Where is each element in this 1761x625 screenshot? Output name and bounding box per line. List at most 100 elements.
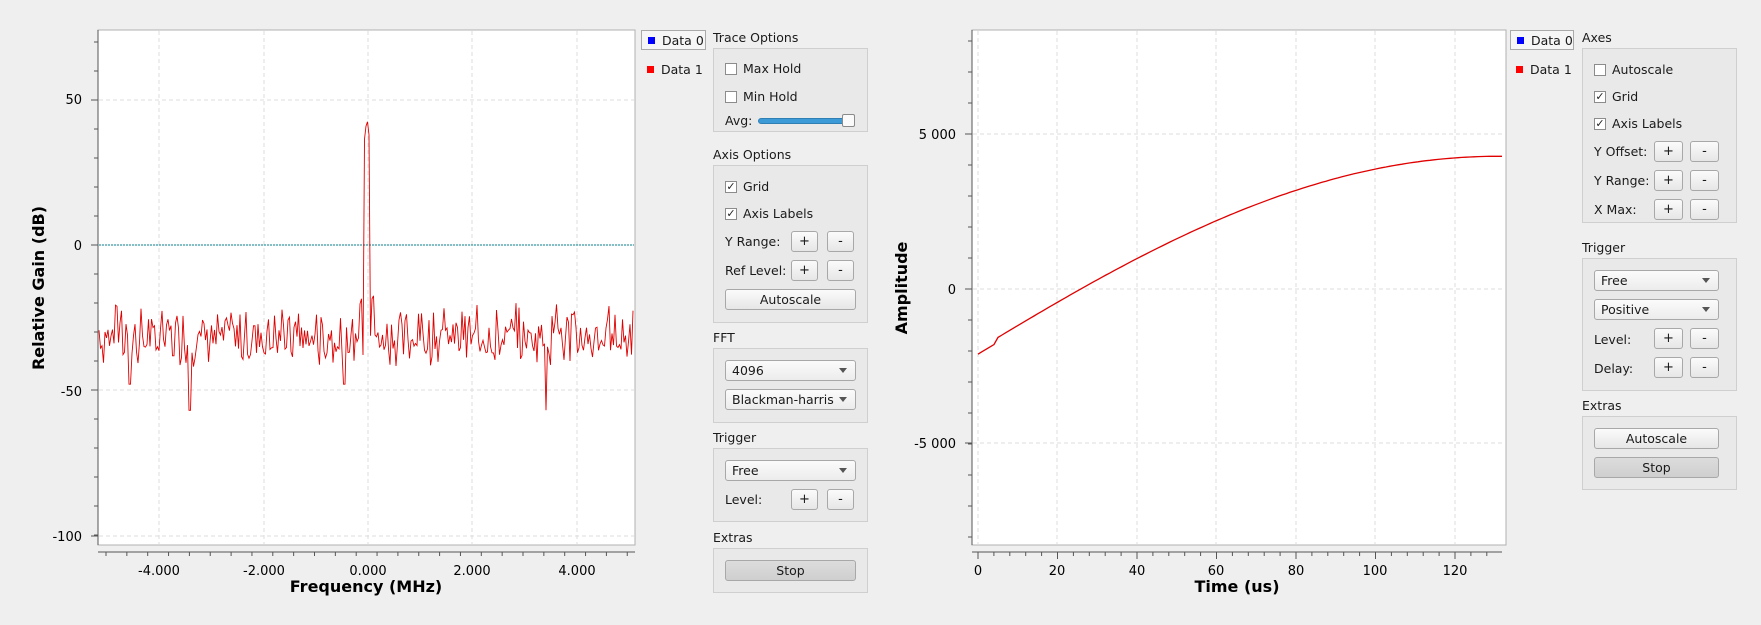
- checkbox-box: ✓: [1594, 90, 1606, 103]
- frequency-y-tick-minus-100: -100: [52, 530, 82, 545]
- grid-checkbox[interactable]: ✓ Grid: [725, 179, 769, 194]
- time-trigger-mode-select[interactable]: Free: [1594, 270, 1719, 291]
- trigger-title: Trigger: [713, 430, 757, 445]
- x-max-label: X Max:: [1594, 202, 1637, 217]
- stop-button[interactable]: Stop: [725, 560, 856, 581]
- frequency-x-tick-2: 2.000: [453, 564, 490, 579]
- trigger-delay-minus-button[interactable]: -: [1690, 357, 1719, 378]
- checkbox-label: Grid: [1612, 89, 1639, 104]
- time-trigger-level-minus-button[interactable]: -: [1690, 328, 1719, 349]
- time-x-axis-label: Time (us): [1194, 577, 1279, 596]
- time-autoscale-button[interactable]: Autoscale: [1594, 428, 1719, 449]
- y-offset-plus-button[interactable]: +: [1654, 141, 1683, 162]
- y-range-plus-button[interactable]: +: [791, 231, 818, 252]
- time-axis-labels-checkbox[interactable]: ✓ Axis Labels: [1594, 116, 1682, 131]
- time-grid-checkbox[interactable]: ✓ Grid: [1594, 89, 1638, 104]
- checkbox-box: ✓: [1594, 117, 1606, 130]
- checkbox-box: ✓: [725, 207, 737, 220]
- trigger-delay-plus-button[interactable]: +: [1654, 357, 1683, 378]
- legend-swatch-red: [1516, 65, 1523, 73]
- frequency-y-tick-0: 0: [74, 239, 82, 254]
- ref-level-minus-button[interactable]: -: [827, 260, 854, 281]
- trace-options-title: Trace Options: [713, 30, 799, 45]
- fft-size-select[interactable]: 4096: [725, 360, 856, 381]
- fft-window-select[interactable]: Blackman-harris: [725, 389, 856, 410]
- time-trigger-title: Trigger: [1582, 240, 1626, 255]
- frequency-plot[interactable]: 50 0 -50 -100 -4.000 -2.000 0.000 2.000 …: [0, 0, 640, 600]
- time-plot[interactable]: 5 000 0 -5 000 0 20 40 60 80 100 120 Tim…: [880, 0, 1510, 600]
- ref-level-label: Ref Level:: [725, 263, 787, 278]
- autoscale-button[interactable]: Autoscale: [725, 289, 856, 310]
- axes-title: Axes: [1582, 30, 1612, 45]
- legend-data-1[interactable]: Data 1: [641, 59, 706, 79]
- avg-slider-handle[interactable]: [842, 114, 855, 127]
- checkbox-label: Grid: [743, 179, 770, 194]
- fft-size-value: 4096: [732, 363, 764, 378]
- legend-swatch-red: [647, 65, 654, 73]
- avg-slider[interactable]: [758, 114, 856, 128]
- trigger-mode-value: Free: [1601, 273, 1628, 288]
- trigger-delay-label: Delay:: [1594, 361, 1634, 376]
- time-plot-area: [971, 29, 1507, 546]
- time-stop-button[interactable]: Stop: [1594, 457, 1719, 478]
- fft-title: FFT: [713, 330, 735, 345]
- frequency-x-tick-4: 4.000: [558, 564, 595, 579]
- legend-swatch-blue: [1517, 36, 1524, 44]
- time-x-tick-20: 20: [1049, 564, 1066, 579]
- checkbox-label: Autoscale: [1612, 62, 1674, 77]
- checkbox-box: ✓: [725, 180, 737, 193]
- min-hold-checkbox[interactable]: Min Hold: [725, 89, 798, 104]
- frequency-plot-area: [97, 29, 636, 546]
- x-max-minus-button[interactable]: -: [1690, 199, 1719, 220]
- y-offset-minus-button[interactable]: -: [1690, 141, 1719, 162]
- time-autoscale-checkbox[interactable]: Autoscale: [1594, 62, 1673, 77]
- time-y-range-label: Y Range:: [1594, 173, 1650, 188]
- y-offset-label: Y Offset:: [1594, 144, 1648, 159]
- legend-data-0[interactable]: Data 0: [641, 30, 706, 50]
- axis-labels-checkbox[interactable]: ✓ Axis Labels: [725, 206, 813, 221]
- fft-window-value: Blackman-harris: [732, 392, 834, 407]
- checkbox-box: [1594, 63, 1606, 76]
- legend-swatch-blue: [648, 36, 655, 44]
- time-y-tick-5000: 5 000: [919, 128, 956, 143]
- trigger-mode-select[interactable]: Free: [725, 460, 856, 481]
- avg-label: Avg:: [725, 113, 753, 128]
- time-x-tick-100: 100: [1363, 564, 1388, 579]
- ref-level-plus-button[interactable]: +: [791, 260, 818, 281]
- frequency-x-axis-label: Frequency (MHz): [290, 577, 442, 596]
- trigger-level-plus-button[interactable]: +: [791, 489, 818, 510]
- frequency-x-tick-minus-4: -4.000: [138, 564, 180, 579]
- time-y-range-minus-button[interactable]: -: [1690, 170, 1719, 191]
- y-range-minus-button[interactable]: -: [827, 231, 854, 252]
- time-y-tick-0: 0: [948, 283, 956, 298]
- trigger-mode-value: Free: [732, 463, 759, 478]
- time-extras-title: Extras: [1582, 398, 1622, 413]
- legend-label: Data 0: [1531, 32, 1573, 48]
- chevron-down-icon: [839, 368, 847, 373]
- time-trigger-slope-select[interactable]: Positive: [1594, 299, 1719, 320]
- checkbox-label: Axis Labels: [743, 206, 814, 221]
- chevron-down-icon: [839, 397, 847, 402]
- axis-options-title: Axis Options: [713, 147, 792, 162]
- extras-title: Extras: [713, 530, 753, 545]
- x-max-plus-button[interactable]: +: [1654, 199, 1683, 220]
- frequency-y-axis-label: Relative Gain (dB): [29, 206, 48, 370]
- legend-label: Data 1: [661, 61, 703, 77]
- time-legend-data-0[interactable]: Data 0: [1510, 30, 1574, 50]
- legend-label: Data 1: [1530, 61, 1572, 77]
- avg-slider-track: [758, 118, 854, 124]
- time-y-tick-minus-5000: -5 000: [914, 437, 956, 452]
- time-trigger-level-plus-button[interactable]: +: [1654, 328, 1683, 349]
- max-hold-checkbox[interactable]: Max Hold: [725, 61, 801, 76]
- frequency-y-tick-minus-50: -50: [61, 385, 82, 400]
- trigger-level-minus-button[interactable]: -: [827, 489, 854, 510]
- trigger-slope-value: Positive: [1601, 302, 1650, 317]
- frequency-x-tick-minus-2: -2.000: [243, 564, 285, 579]
- time-y-axis-label: Amplitude: [892, 241, 911, 334]
- time-y-range-plus-button[interactable]: +: [1654, 170, 1683, 191]
- time-x-tick-0: 0: [974, 564, 982, 579]
- time-trigger-level-label: Level:: [1594, 332, 1632, 347]
- chevron-down-icon: [1702, 307, 1710, 312]
- time-legend-data-1[interactable]: Data 1: [1510, 59, 1574, 79]
- chevron-down-icon: [839, 468, 847, 473]
